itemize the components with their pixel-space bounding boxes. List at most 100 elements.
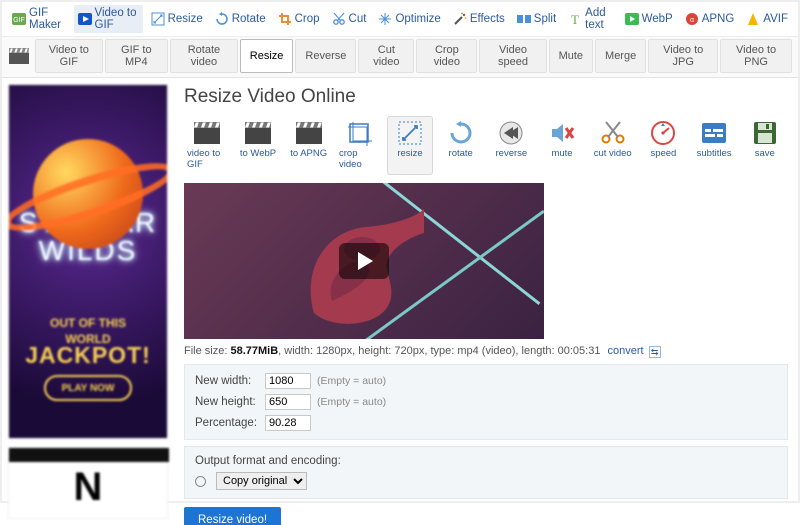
menu-label: Rotate bbox=[232, 13, 266, 25]
menu-label: Cut bbox=[349, 13, 367, 25]
menu-video-to-gif[interactable]: Video to GIF bbox=[74, 5, 143, 33]
tool-label: rotate bbox=[449, 148, 473, 159]
tab-gif-to-mp4[interactable]: GIF to MP4 bbox=[105, 39, 168, 73]
tool-resize[interactable]: resize bbox=[387, 116, 434, 175]
tool-icon-row: video to GIF to WebP to APNG crop video resi… bbox=[184, 116, 788, 175]
ad-banner-top[interactable]: STELLARWILDS OUT OF THIS WORLDJACKPOT! P… bbox=[8, 84, 168, 439]
height-label: New height: bbox=[195, 396, 259, 408]
tool-subtitles[interactable]: subtitles bbox=[691, 116, 738, 175]
tool-label: speed bbox=[650, 148, 676, 159]
tab-merge[interactable]: Merge bbox=[595, 39, 646, 73]
main-content: Resize Video Online video to GIF to WebP t… bbox=[174, 78, 798, 525]
text-icon: T bbox=[568, 12, 582, 26]
crop-icon bbox=[278, 12, 292, 26]
tab-rotate-video[interactable]: Rotate video bbox=[170, 39, 238, 73]
clap-icon bbox=[193, 120, 221, 146]
tool-label: crop video bbox=[339, 148, 380, 170]
tool-mute[interactable]: mute bbox=[539, 116, 586, 175]
width-hint: (Empty = auto) bbox=[317, 375, 386, 387]
height-input[interactable] bbox=[265, 394, 311, 410]
dimensions-block: New width: (Empty = auto) New height: (E… bbox=[184, 364, 788, 440]
tool-label: to WebP bbox=[240, 148, 276, 159]
split-icon bbox=[517, 12, 531, 26]
play-button[interactable] bbox=[339, 243, 389, 279]
menu-label: AVIF bbox=[763, 13, 788, 25]
sidebar: STELLARWILDS OUT OF THIS WORLDJACKPOT! P… bbox=[2, 78, 174, 525]
menu-crop[interactable]: Crop bbox=[274, 10, 324, 28]
tab-video-speed[interactable]: Video speed bbox=[479, 39, 546, 73]
sub-icon bbox=[700, 120, 728, 146]
crop-icon bbox=[345, 120, 373, 146]
tab-crop-video[interactable]: Crop video bbox=[416, 39, 477, 73]
primary-toolbar: GIFGIF MakerVideo to GIF Resize Rotate Crop… bbox=[2, 2, 798, 37]
height-hint: (Empty = auto) bbox=[317, 396, 386, 408]
width-label: New width: bbox=[195, 375, 259, 387]
menu-label: Crop bbox=[295, 13, 320, 25]
resize-video-button[interactable]: Resize video! bbox=[184, 507, 281, 525]
tool-label: save bbox=[755, 148, 775, 159]
tool-label: reverse bbox=[496, 148, 528, 159]
optimize-icon bbox=[378, 12, 392, 26]
tool-video-to-GIF[interactable]: video to GIF bbox=[184, 116, 231, 175]
resize-icon bbox=[151, 12, 165, 26]
ad-banner-bottom[interactable]: N bbox=[8, 447, 168, 519]
percentage-label: Percentage: bbox=[195, 417, 259, 429]
convert-arrows-icon[interactable]: ⇆ bbox=[649, 346, 661, 358]
apng-icon: α bbox=[685, 12, 699, 26]
mute-icon bbox=[548, 120, 576, 146]
webp-icon bbox=[625, 12, 639, 26]
ad-play-button[interactable]: PLAY NOW bbox=[44, 375, 132, 401]
tab-resize[interactable]: Resize bbox=[240, 39, 294, 73]
convert-link[interactable]: convert bbox=[608, 345, 644, 357]
menu-label: GIF Maker bbox=[29, 7, 66, 31]
menu-avif[interactable]: AVIF bbox=[742, 10, 792, 28]
tool-reverse[interactable]: reverse bbox=[488, 116, 535, 175]
tool-label: to APNG bbox=[290, 148, 327, 159]
menu-label: Resize bbox=[168, 13, 203, 25]
tool-cut-video[interactable]: cut video bbox=[589, 116, 636, 175]
tool-crop-video[interactable]: crop video bbox=[336, 116, 383, 175]
tab-cut-video[interactable]: Cut video bbox=[358, 39, 414, 73]
avif-icon bbox=[746, 12, 760, 26]
menu-label: Split bbox=[534, 13, 556, 25]
menu-label: Add text bbox=[585, 7, 612, 31]
tab-reverse[interactable]: Reverse bbox=[295, 39, 356, 73]
menu-apng[interactable]: αAPNG bbox=[681, 10, 739, 28]
menu-rotate[interactable]: Rotate bbox=[211, 10, 270, 28]
output-select[interactable]: Copy original bbox=[216, 472, 307, 490]
tool-label: video to GIF bbox=[187, 148, 228, 170]
tab-mute[interactable]: Mute bbox=[549, 39, 593, 73]
clap-icon bbox=[295, 120, 323, 146]
menu-optimize[interactable]: Optimize bbox=[374, 10, 444, 28]
menu-effects[interactable]: Effects bbox=[449, 10, 509, 28]
tool-to-WebP[interactable]: to WebP bbox=[235, 116, 282, 175]
rot-icon bbox=[447, 120, 475, 146]
output-radio[interactable] bbox=[195, 476, 206, 487]
percentage-input[interactable] bbox=[265, 415, 311, 431]
tool-to-APNG[interactable]: to APNG bbox=[285, 116, 332, 175]
page-title: Resize Video Online bbox=[184, 86, 788, 108]
tool-save[interactable]: save bbox=[741, 116, 788, 175]
menu-cut[interactable]: Cut bbox=[328, 10, 371, 28]
effects-icon bbox=[453, 12, 467, 26]
menu-gif-maker[interactable]: GIFGIF Maker bbox=[8, 5, 70, 33]
tool-rotate[interactable]: rotate bbox=[437, 116, 484, 175]
tab-video-to-png[interactable]: Video to PNG bbox=[720, 39, 792, 73]
menu-webp[interactable]: WebP bbox=[621, 10, 677, 28]
output-label: Output format and encoding: bbox=[195, 455, 341, 467]
menu-label: WebP bbox=[642, 13, 673, 25]
cut-icon bbox=[332, 12, 346, 26]
video-icon bbox=[78, 12, 92, 26]
menu-split[interactable]: Split bbox=[513, 10, 560, 28]
menu-resize[interactable]: Resize bbox=[147, 10, 207, 28]
tool-speed[interactable]: speed bbox=[640, 116, 687, 175]
secondary-toolbar: Video to GIFGIF to MP4Rotate videoResize… bbox=[2, 37, 798, 78]
rotate-icon bbox=[215, 12, 229, 26]
save-icon bbox=[751, 120, 779, 146]
menu-add-text[interactable]: TAdd text bbox=[564, 5, 616, 33]
tool-label: cut video bbox=[594, 148, 632, 159]
width-input[interactable] bbox=[265, 373, 311, 389]
video-preview[interactable] bbox=[184, 183, 544, 339]
tab-video-to-gif[interactable]: Video to GIF bbox=[35, 39, 103, 73]
tab-video-to-jpg[interactable]: Video to JPG bbox=[648, 39, 718, 73]
